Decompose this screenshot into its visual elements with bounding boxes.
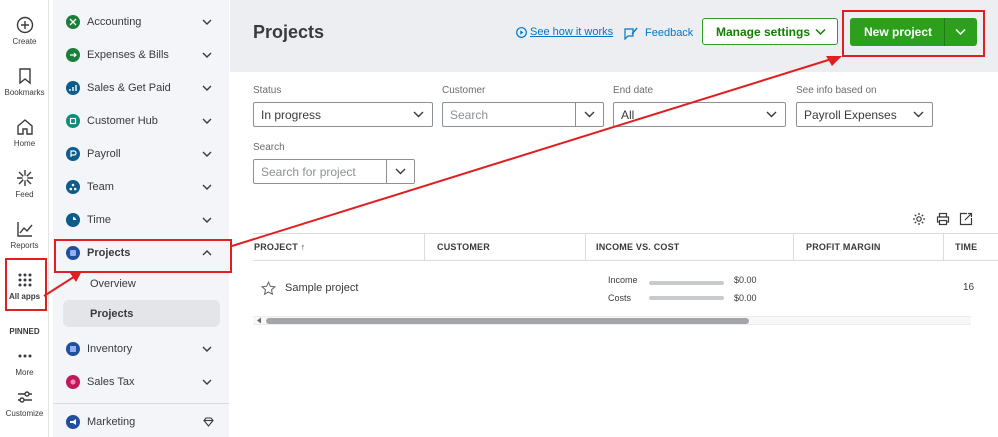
annotation-arrows <box>43 56 842 297</box>
arrow-to-projects-head <box>70 271 82 282</box>
arrow-to-new-project <box>231 56 839 247</box>
app-root: Create Bookmarks Home Feed Reports All a… <box>0 0 998 437</box>
